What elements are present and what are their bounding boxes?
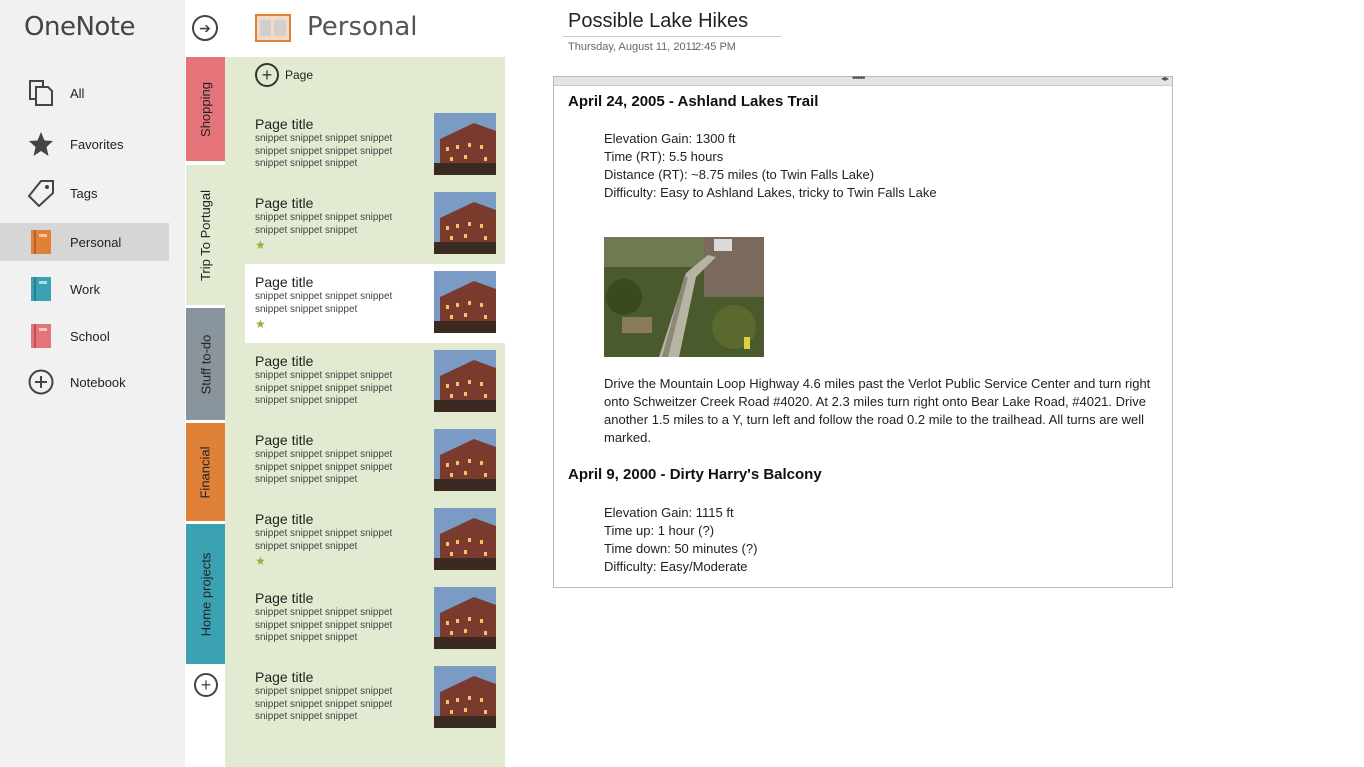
notebook-icon [27,275,55,303]
hike-detail[interactable]: Time (RT): 5.5 hours [604,148,723,166]
nav-item-personal[interactable]: Personal [0,223,169,261]
page-list-item-selected[interactable]: Page title snippet snippet snippet snipp… [245,264,505,343]
favorite-star-icon: ★ [255,554,266,568]
hike-detail[interactable]: Difficulty: Easy/Moderate [604,558,748,576]
notebook-icon [27,228,55,256]
hike-heading[interactable]: April 24, 2005 - Ashland Lakes Trail [568,93,818,110]
nav-item-label: Favorites [70,136,124,152]
drag-handle-icon[interactable]: ••••• [852,73,865,84]
section-tab-label: Stuff to-do [198,334,213,394]
trail-photo[interactable] [604,237,764,357]
section-tab-trip-to-portugal[interactable]: Trip To Portugal [186,165,225,305]
notebook-icon [27,322,55,350]
add-section-button[interactable]: + [194,673,218,697]
add-page-label: Page [285,68,314,82]
page-item-snippet: snippet snippet snippet snippet snippet … [255,686,393,722]
section-icon [255,14,291,42]
page-item-snippet: snippet snippet snippet snippet snippet … [255,212,393,236]
hike-detail[interactable]: Time down: 50 minutes (?) [604,540,757,558]
page-list-item[interactable]: Page title snippet snippet snippet snipp… [245,106,505,185]
page-thumbnail [434,666,496,728]
section-tab-label: Financial [198,445,213,499]
title-underline [563,36,781,37]
page-thumbnail [434,350,496,412]
page-item-title: Page title [255,432,314,448]
hike-detail[interactable]: Elevation Gain: 1115 ft [604,504,734,522]
star-icon [27,130,55,158]
page-title[interactable]: Possible Lake Hikes [568,10,748,33]
page-thumbnail [434,429,496,491]
nav-item-school[interactable]: School [0,317,169,355]
page-item-snippet: snippet snippet snippet snippet snippet … [255,449,393,485]
page-thumbnail [434,271,496,333]
page-item-title: Page title [255,274,314,290]
page-list-item[interactable]: Page title snippet snippet snippet snipp… [245,659,505,738]
section-title: Personal [307,12,418,42]
page-list-item[interactable]: Page title snippet snippet snippet snipp… [245,501,505,580]
hike-detail[interactable]: Elevation Gain: 1300 ft [604,130,736,148]
add-page-button[interactable]: + Page [255,63,313,87]
hike-heading[interactable]: April 9, 2000 - Dirty Harry's Balcony [568,466,822,483]
nav-item-work[interactable]: Work [0,270,169,308]
page-list-item[interactable]: Page title snippet snippet snippet snipp… [245,422,505,501]
nav-item-tags[interactable]: Tags [0,174,169,212]
section-tab-financial[interactable]: Financial [186,423,225,521]
favorite-star-icon: ★ [255,317,266,331]
page-time: 2:45 PM [695,41,736,53]
page-thumbnail [434,587,496,649]
page-item-title: Page title [255,590,314,606]
section-tab-stuff-to-do[interactable]: Stuff to-do [186,308,225,420]
nav-item-label: School [70,328,110,344]
nav-item-label: Notebook [70,374,126,390]
page-list-item[interactable]: Page title snippet snippet snippet snipp… [245,580,505,659]
page-item-snippet: snippet snippet snippet snippet snippet … [255,133,393,169]
nav-item-label: Work [70,281,101,297]
page-thumbnail [434,192,496,254]
page-item-snippet: snippet snippet snippet snippet snippet … [255,607,393,643]
page-list-item[interactable]: Page title snippet snippet snippet snipp… [245,185,505,264]
favorite-star-icon: ★ [255,238,266,252]
hike-detail[interactable]: Distance (RT): ~8.75 miles (to Twin Fall… [604,166,874,184]
add-circle-icon [27,368,55,396]
all-pages-icon [27,79,55,107]
hike-detail[interactable]: Difficulty: Easy to Ashland Lakes, trick… [604,184,937,202]
add-circle-icon: + [255,63,279,87]
page-thumbnail [434,113,496,175]
page-item-title: Page title [255,116,314,132]
page-item-title: Page title [255,669,314,685]
section-tab-shopping[interactable]: Shopping [186,57,225,161]
section-tab-home-projects[interactable]: Home projects [186,524,225,664]
nav-item-all[interactable]: All [0,74,169,112]
forward-arrow-icon[interactable]: ➔ [192,15,218,41]
page-item-snippet: snippet snippet snippet snippet snippet … [255,370,393,406]
page-item-snippet: snippet snippet snippet snippet snippet … [255,291,393,315]
section-tab-label: Shopping [198,81,214,137]
hike-detail[interactable]: Time up: 1 hour (?) [604,522,714,540]
nav-item-add-notebook[interactable]: Notebook [0,363,169,401]
page-thumbnail [434,508,496,570]
trail-directions[interactable]: Drive the Mountain Loop Highway 4.6 mile… [604,375,1164,447]
resize-handle-icon[interactable]: ◂▸ [1161,74,1169,83]
page-item-title: Page title [255,353,314,369]
page-item-title: Page title [255,195,314,211]
nav-item-favorites[interactable]: Favorites [0,125,169,163]
nav-item-label: All [70,85,85,101]
page-list-item[interactable]: Page title snippet snippet snippet snipp… [245,343,505,422]
nav-item-label: Tags [70,185,98,201]
notebook-nav-pane: OneNote All Favorites Tags Personal Work [0,0,185,767]
note-container[interactable]: ••••• ◂▸ April 24, 2005 - Ashland Lakes … [553,73,1173,588]
section-tab-label: Home projects [198,552,213,636]
tag-icon [27,179,55,207]
page-item-title: Page title [255,511,314,527]
page-date: Thursday, August 11, 2011 [568,41,698,53]
nav-item-label: Personal [70,234,122,250]
note-container-bar[interactable]: ••••• ◂▸ [554,73,1172,86]
section-tab-label: Trip To Portugal [198,189,214,281]
app-title: OneNote [24,12,136,42]
page-item-snippet: snippet snippet snippet snippet snippet … [255,528,393,552]
